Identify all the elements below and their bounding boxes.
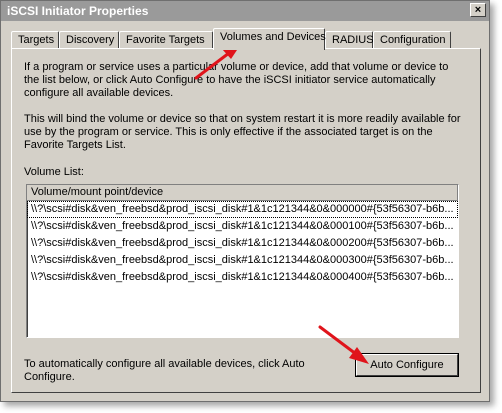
volume-list-label: Volume List: — [24, 166, 84, 178]
auto-configure-label: Auto Configure — [370, 359, 444, 371]
tab-favorite-targets[interactable]: Favorite Targets — [119, 31, 213, 49]
tab-radius[interactable]: RADIUS — [325, 31, 374, 49]
volumes-and-devices-panel: If a program or service uses a particula… — [11, 48, 481, 393]
list-item[interactable]: \\?\scsi#disk&ven_freebsd&prod_iscsi_dis… — [27, 269, 458, 286]
tab-label: Volumes and Devices — [220, 31, 326, 43]
window-title: iSCSI Initiator Properties — [7, 4, 149, 18]
title-bar: iSCSI Initiator Properties × — [1, 1, 489, 21]
tab-volumes-and-devices[interactable]: Volumes and Devices — [213, 28, 326, 50]
list-item[interactable]: \\?\scsi#disk&ven_freebsd&prod_iscsi_dis… — [27, 235, 458, 252]
close-icon: × — [474, 4, 482, 16]
tab-targets[interactable]: Targets — [11, 31, 59, 49]
tab-label: Targets — [18, 34, 55, 46]
tab-configuration[interactable]: Configuration — [373, 31, 451, 49]
auto-configure-description: To automatically configure all available… — [24, 358, 305, 383]
tab-discovery[interactable]: Discovery — [59, 31, 119, 49]
tab-label: RADIUS — [332, 34, 374, 46]
list-item[interactable]: \\?\scsi#disk&ven_freebsd&prod_iscsi_dis… — [27, 201, 458, 218]
tab-label: Discovery — [66, 34, 115, 46]
column-header-volume[interactable]: Volume/mount point/device — [27, 185, 458, 201]
tab-label: Favorite Targets — [126, 34, 205, 46]
close-button[interactable]: × — [470, 3, 486, 17]
list-item[interactable]: \\?\scsi#disk&ven_freebsd&prod_iscsi_dis… — [27, 252, 458, 269]
auto-configure-button[interactable]: Auto Configure — [356, 354, 458, 376]
volume-list[interactable]: Volume/mount point/device \\?\scsi#disk&… — [26, 184, 459, 338]
tab-label: Configuration — [380, 34, 446, 46]
iscsi-properties-dialog: iSCSI Initiator Properties × Targets Dis… — [0, 0, 490, 402]
intro-text: If a program or service uses a particula… — [24, 61, 449, 99]
bind-note-text: This will bind the volume or device so t… — [24, 113, 461, 151]
list-item[interactable]: \\?\scsi#disk&ven_freebsd&prod_iscsi_dis… — [27, 218, 458, 235]
